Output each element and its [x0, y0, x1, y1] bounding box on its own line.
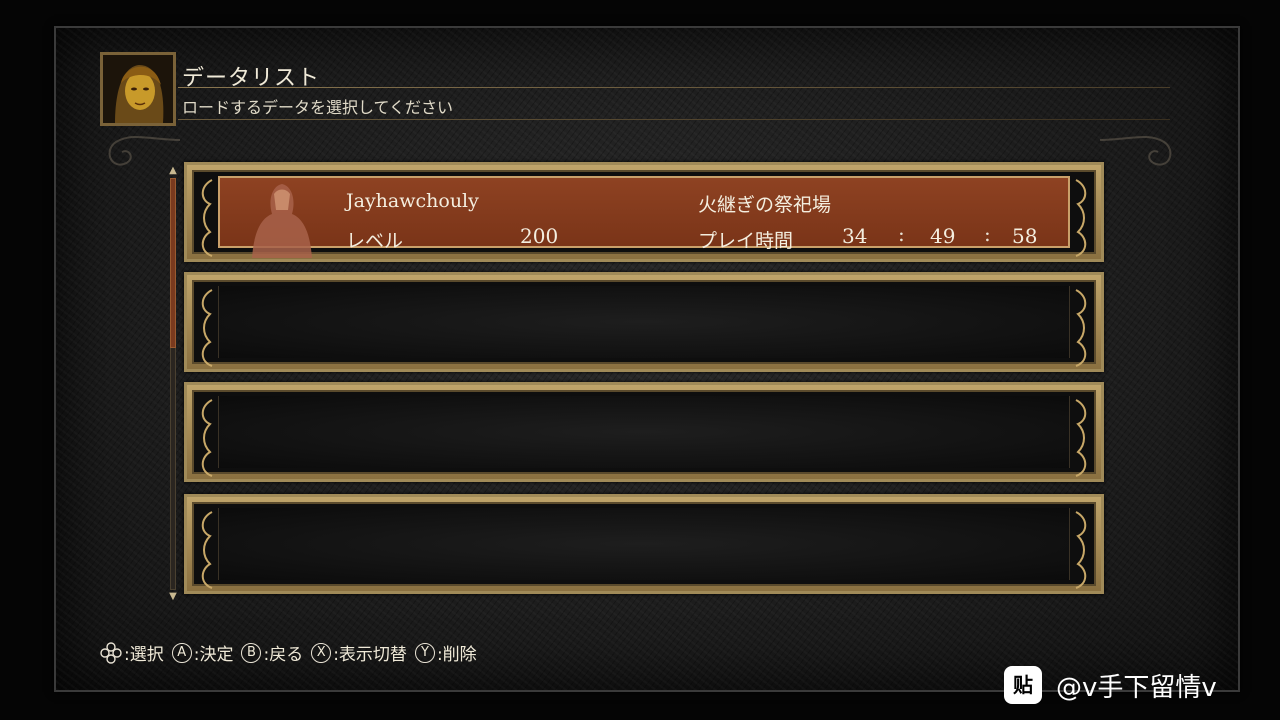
subtitle-divider — [178, 119, 1170, 120]
slot-body — [218, 286, 1070, 358]
level-label: レベル — [346, 230, 404, 252]
control-delete[interactable]: Y :削除 — [414, 640, 477, 665]
scroll-ornament-icon — [201, 511, 213, 589]
scroll-ornament-icon — [1075, 179, 1087, 257]
a-button-icon: A — [171, 642, 192, 663]
scroll-down-arrow-icon[interactable]: ▼ — [166, 590, 180, 604]
b-button-icon: B — [241, 642, 262, 663]
control-label: :削除 — [436, 645, 477, 665]
flourish-ornament-icon — [1099, 136, 1172, 166]
playtime-label: プレイ時間 — [698, 230, 794, 252]
control-label: :表示切替 — [333, 645, 407, 665]
location-name: 火継ぎの祭祀場 — [698, 194, 832, 216]
scroll-ornament-icon — [1075, 289, 1087, 367]
slot-body — [218, 396, 1070, 468]
save-slot-2[interactable] — [184, 272, 1104, 372]
title-divider — [178, 87, 1170, 88]
slot-body: Jayhawchouly レベル 200 火継ぎの祭祀場 プレイ時間 34 : … — [218, 176, 1070, 258]
control-confirm[interactable]: A :決定 — [171, 640, 234, 665]
control-select[interactable]: :選択 — [100, 640, 164, 665]
scroll-ornament-icon — [1075, 511, 1087, 589]
playtime-seconds: 58 — [1012, 224, 1038, 248]
slot-inner — [192, 502, 1096, 589]
watermark-text: @v手下留情v — [1056, 672, 1217, 703]
slot-inner — [192, 280, 1096, 367]
y-button-icon: Y — [414, 642, 435, 663]
watermark: 贴 @v手下留情v — [1004, 666, 1217, 704]
time-separator: : — [898, 222, 905, 246]
control-label: :決定 — [193, 645, 234, 665]
slot-inner — [192, 390, 1096, 477]
save-slot-1[interactable]: Jayhawchouly レベル 200 火継ぎの祭祀場 プレイ時間 34 : … — [184, 162, 1104, 262]
scroll-ornament-icon — [201, 399, 213, 477]
tieba-logo-icon: 贴 — [1004, 666, 1042, 704]
button-prompts: :選択 A :決定 B :戻る X :表示切替 Y :削除 — [100, 640, 483, 665]
player-portrait — [100, 52, 176, 126]
playtime-minutes: 49 — [930, 224, 956, 248]
control-label: :選択 — [124, 645, 164, 665]
save-slot-4[interactable] — [184, 494, 1104, 594]
slot-inner: Jayhawchouly レベル 200 火継ぎの祭祀場 プレイ時間 34 : … — [192, 170, 1096, 258]
control-label: :戻る — [263, 645, 304, 665]
slot-body — [218, 508, 1070, 580]
character-name: Jayhawchouly — [346, 190, 479, 212]
scroll-ornament-icon — [201, 289, 213, 367]
dpad-icon — [100, 641, 122, 664]
level-value: 200 — [520, 224, 559, 248]
save-slot-3[interactable] — [184, 382, 1104, 482]
time-separator: : — [984, 222, 991, 246]
scroll-up-arrow-icon[interactable]: ▲ — [166, 164, 180, 178]
portrait-icon — [103, 55, 173, 123]
character-thumbnail-icon — [252, 184, 312, 258]
control-back[interactable]: B :戻る — [241, 640, 303, 665]
scroll-thumb[interactable] — [170, 178, 176, 348]
scroll-ornament-icon — [201, 179, 213, 257]
page-subtitle: ロードするデータを選択してください — [182, 98, 454, 117]
scroll-ornament-icon — [1075, 399, 1087, 477]
x-button-icon: X — [311, 642, 332, 663]
list-scrollbar[interactable]: ▲ ▼ — [166, 164, 180, 604]
control-toggle-display[interactable]: X :表示切替 — [311, 640, 407, 665]
playtime-hours: 34 — [842, 224, 868, 248]
